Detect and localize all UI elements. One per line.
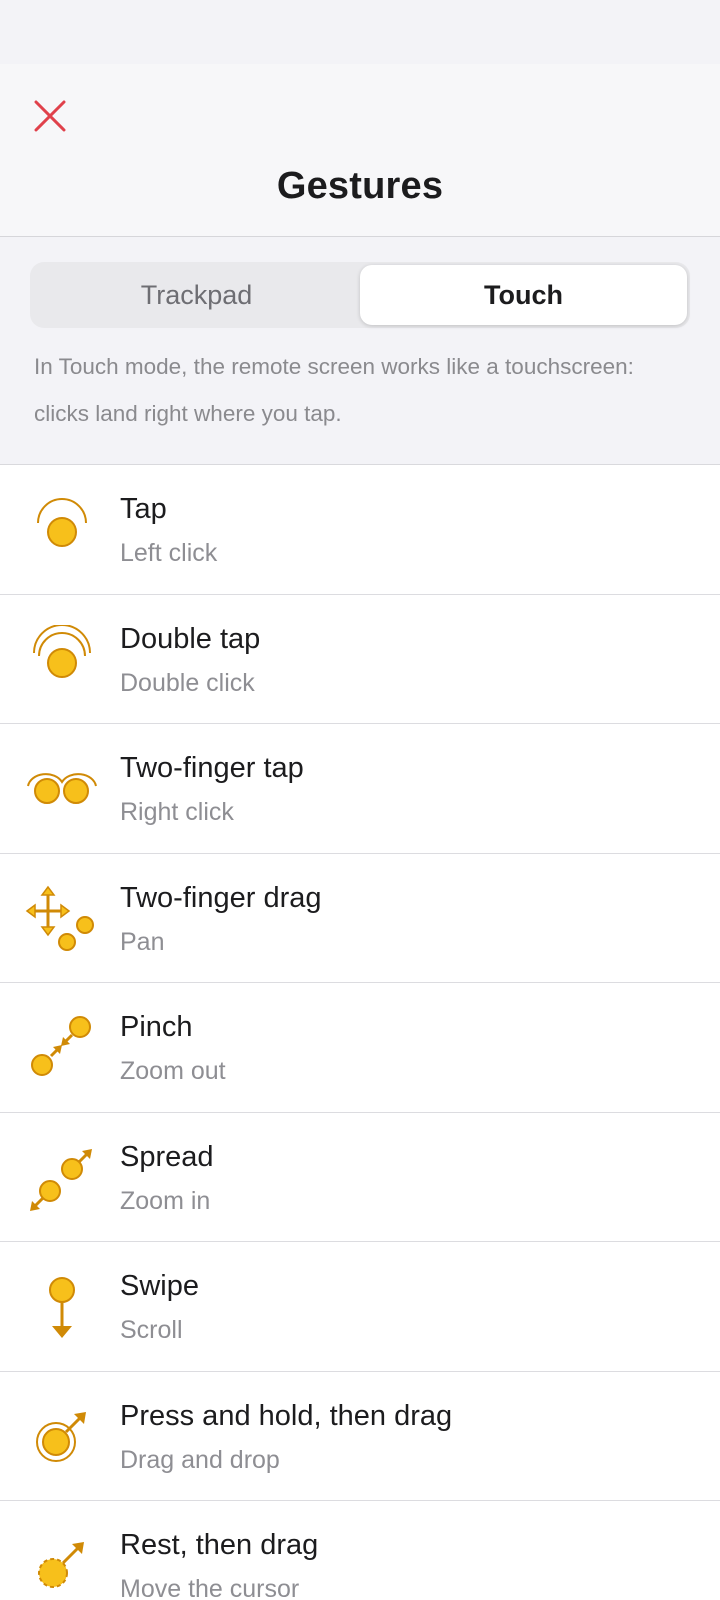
mode-segmented-control: Trackpad Touch	[30, 262, 690, 328]
tap-icon	[24, 495, 100, 565]
gesture-name: Swipe	[120, 1270, 199, 1302]
gesture-action: Pan	[120, 927, 165, 956]
gesture-name: Spread	[120, 1140, 214, 1173]
two-finger-tap-icon	[24, 754, 100, 824]
double-tap-icon	[24, 624, 100, 695]
gesture-name: Press and hold, then drag	[120, 1399, 453, 1432]
close-button[interactable]	[26, 92, 74, 140]
gesture-row-double-tap[interactable]: Double tap Double click	[0, 594, 720, 724]
gesture-action: Right click	[120, 798, 234, 826]
gesture-row-press-hold-drag[interactable]: Press and hold, then drag Drag and drop	[0, 1371, 720, 1501]
spread-icon	[24, 1143, 100, 1213]
sheet-header	[0, 64, 720, 237]
status-bar-area	[0, 0, 720, 64]
gesture-action: Zoom in	[120, 1186, 211, 1215]
gesture-name: Rest, then drag	[120, 1529, 319, 1561]
gesture-row-tap[interactable]: Tap Left click	[0, 465, 720, 595]
pinch-icon	[24, 1013, 100, 1083]
gesture-action: Move the cursor	[120, 1575, 300, 1600]
mode-description: In Touch mode, the remote screen works l…	[34, 354, 634, 426]
swipe-icon	[24, 1272, 100, 1342]
gesture-action: Drag and drop	[120, 1445, 280, 1474]
gesture-row-swipe[interactable]: Swipe Scroll	[0, 1242, 720, 1372]
gesture-action: Zoom out	[120, 1057, 226, 1085]
gesture-row-pinch[interactable]: Pinch Zoom out	[0, 983, 720, 1113]
gesture-row-two-finger-tap[interactable]: Two-finger tap Right click	[0, 724, 720, 854]
gesture-row-rest-drag[interactable]: Rest, then drag Move the cursor	[0, 1501, 720, 1600]
rest-drag-icon	[24, 1531, 100, 1600]
gesture-action: Left click	[120, 539, 218, 567]
gesture-action: Scroll	[120, 1316, 183, 1344]
gesture-action: Double click	[120, 668, 255, 697]
gesture-name: Two-finger tap	[120, 752, 304, 784]
gesture-row-two-finger-drag[interactable]: Two-finger drag Pan	[0, 853, 720, 983]
gesture-name: Pinch	[120, 1011, 193, 1043]
two-finger-drag-icon	[24, 884, 100, 954]
gesture-name: Tap	[120, 493, 167, 525]
press-hold-drag-icon	[24, 1402, 100, 1472]
segment-trackpad[interactable]: Trackpad	[33, 265, 360, 325]
gesture-row-spread[interactable]: Spread Zoom in	[0, 1112, 720, 1242]
gesture-list: Tap Left click Double tap Double click T…	[0, 464, 720, 1600]
page-title: Gestures	[276, 165, 444, 207]
segment-touch[interactable]: Touch	[360, 265, 687, 325]
gesture-name: Double tap	[120, 622, 261, 655]
gesture-name: Two-finger drag	[120, 881, 322, 914]
close-icon	[34, 100, 66, 132]
